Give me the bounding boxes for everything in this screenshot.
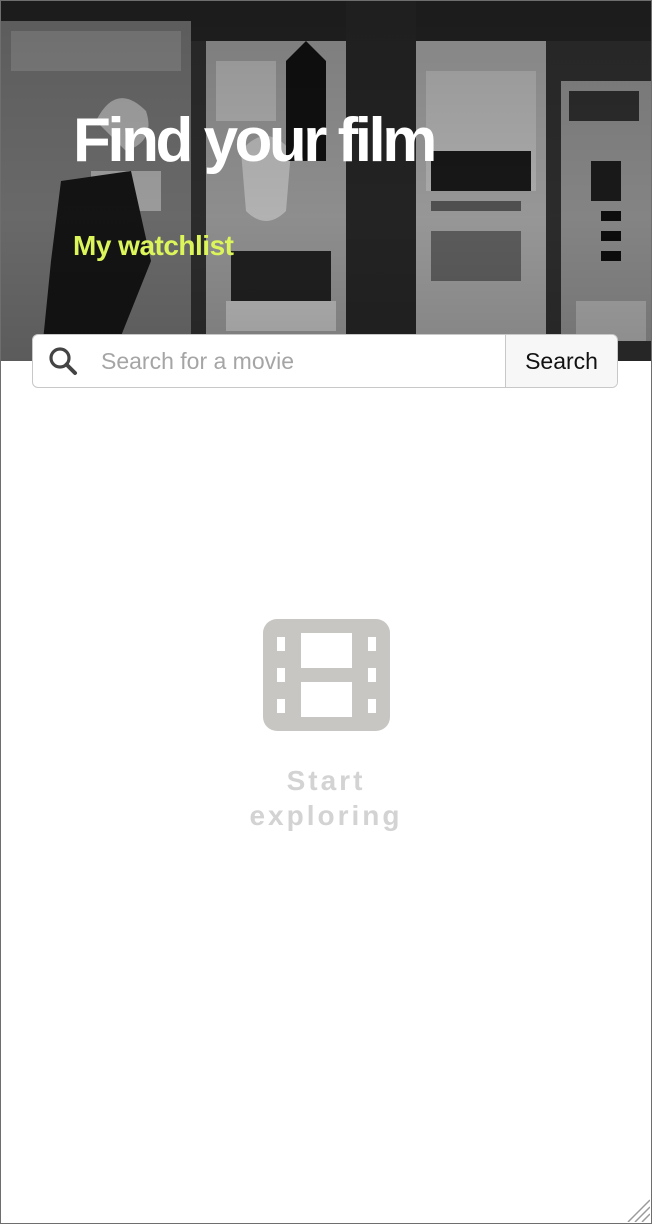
search-icon [33, 335, 93, 387]
search-input[interactable] [93, 335, 505, 387]
watchlist-link[interactable]: My watchlist [73, 227, 234, 265]
resize-grip-icon[interactable] [624, 1196, 650, 1222]
search-form: Search [32, 334, 618, 388]
film-icon [262, 619, 390, 731]
search-button[interactable]: Search [505, 335, 617, 387]
page-title: Find your film [73, 106, 437, 175]
empty-state-message: Start exploring [249, 765, 403, 831]
hero-overlay [1, 1, 651, 361]
hero-header: Find your film My watchlist [1, 1, 651, 361]
empty-state: Start exploring [1, 619, 651, 833]
app-window: Find your film My watchlist Search for a… [0, 0, 652, 1224]
